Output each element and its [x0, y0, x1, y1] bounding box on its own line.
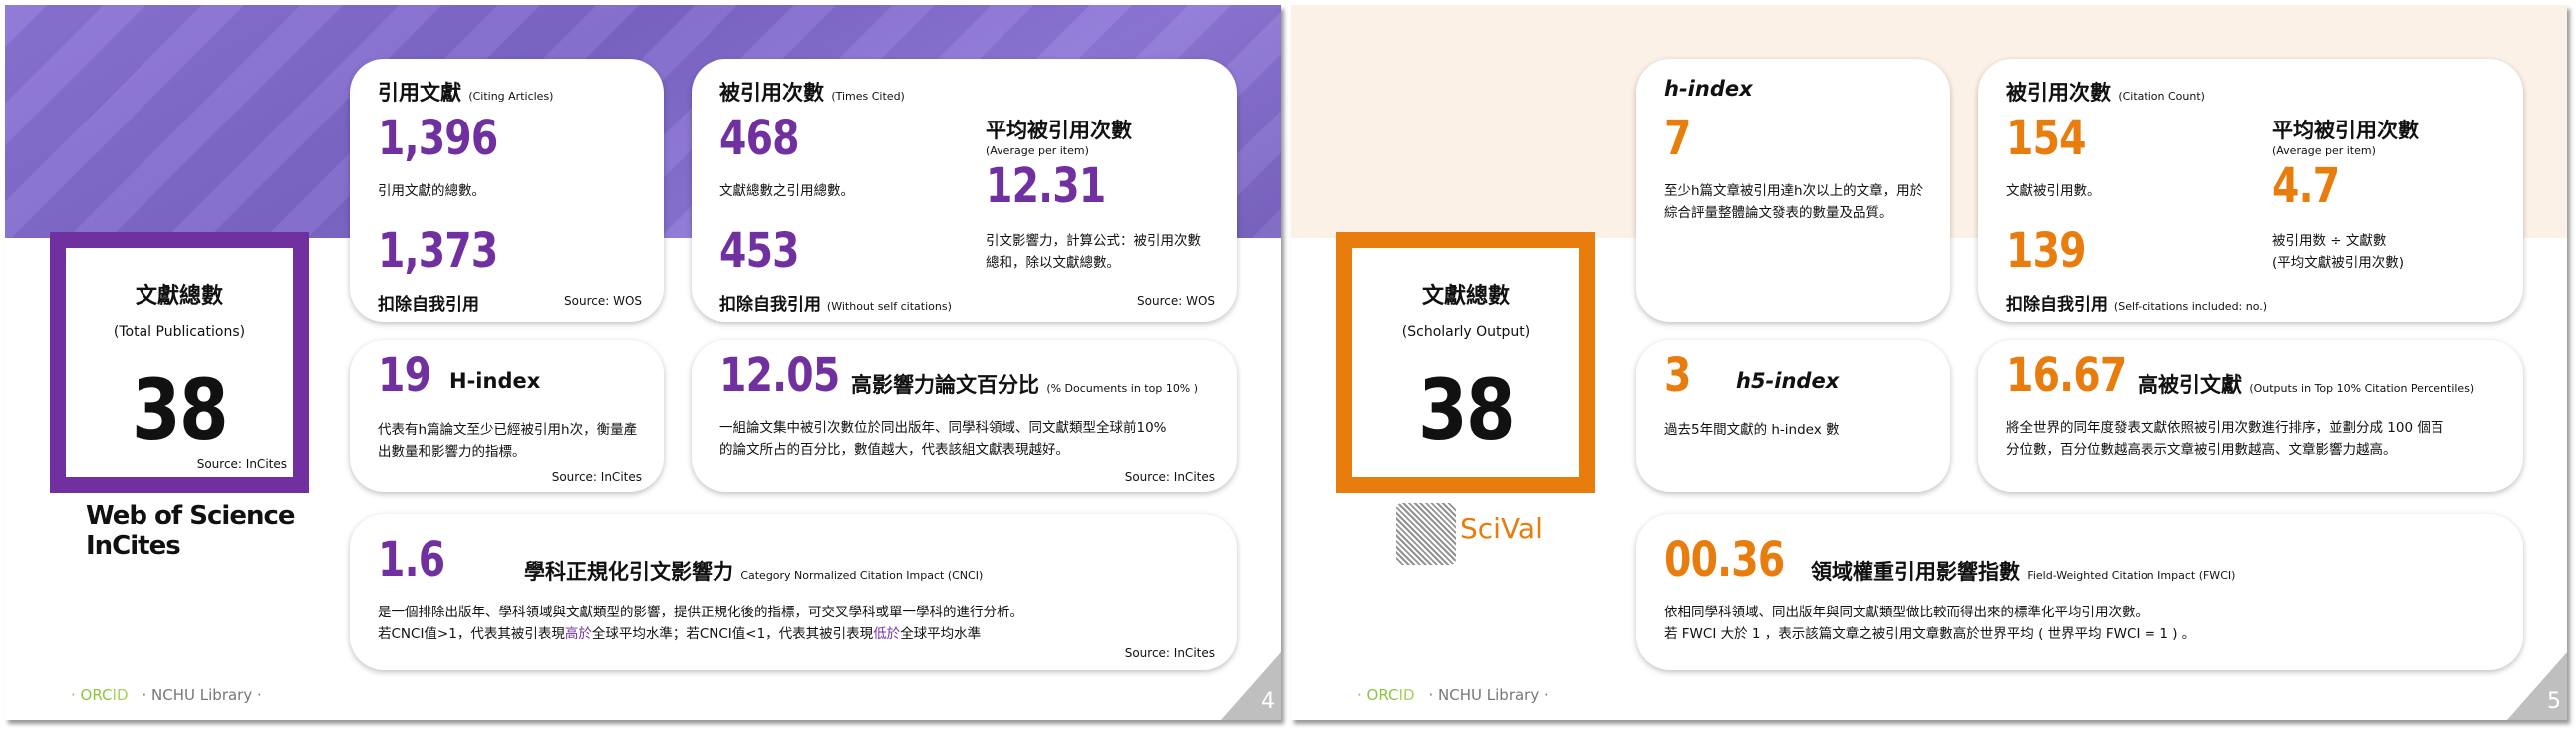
total-value: 38: [1418, 362, 1516, 459]
source: Source: WOS: [564, 294, 642, 308]
citation-count-card: 被引用次數 (Citation Count) 154 文獻被引用數。 139 扣…: [1978, 59, 2523, 322]
cnci-desc-2: 若CNCI值>1，代表其被引表現高於全球平均水準；若CNCI值<1，代表其被引表…: [378, 626, 982, 642]
h5-value: 3: [1664, 348, 1691, 403]
cnci-title: 學科正規化引文影響力 Category Normalized Citation …: [524, 560, 984, 584]
citing-articles-card: 引用文獻 (Citing Articles) 1,396 引用文獻的總數。 1,…: [350, 59, 664, 322]
cnci-desc-1: 是一個排除出版年、學科領域與文獻類型的影響，提供正規化後的指標，可交叉學科或單一…: [378, 605, 1023, 620]
fwci-card: 00.36 領域權重引用影響指數 Field-Weighted Citation…: [1636, 514, 2523, 670]
avg-subtitle: (Average per item): [2272, 144, 2376, 157]
orcid-label: · ORCID: [71, 686, 129, 704]
cnci-value: 1.6: [378, 532, 445, 588]
avg-desc: 引文影響力，計算公式：被引用次數總和，除以文獻總數。: [986, 233, 1201, 271]
h-index-title: H-index: [449, 369, 541, 393]
source: Source: InCites: [1124, 470, 1215, 484]
avg-title: 平均被引用次數: [986, 119, 1132, 142]
top10-title: 高被引文獻 (Outputs in Top 10% Citation Perce…: [2138, 373, 2475, 397]
h5-index-card: 3 h5-index 過去5年間文獻的 h-index 數: [1636, 340, 1950, 492]
times-cited-no-self: 453: [719, 223, 800, 279]
h5-desc: 過去5年間文獻的 h-index 數: [1664, 422, 1840, 438]
citation-value: 154: [2006, 111, 2087, 166]
total-publications-box: 文獻總數 (Total Publications) 38 Source: InC…: [50, 232, 309, 493]
no-self-label: 扣除自我引用: [378, 295, 479, 315]
top10-card: 16.67 高被引文獻 (Outputs in Top 10% Citation…: [1978, 340, 2523, 492]
h-index-card: h-index 7 至少h篇文章被引用達h次以上的文章，用於綜合評量整體論文發表…: [1636, 59, 1950, 322]
footer: · ORCID · NCHU Library ·: [71, 686, 262, 704]
source: Source: InCites: [1124, 646, 1215, 660]
h-index-title: h-index: [1664, 77, 1753, 101]
h-index-value: 7: [1664, 111, 1691, 166]
total-subtitle: (Scholarly Output): [1401, 324, 1531, 340]
library-label: · NCHU Library ·: [1428, 686, 1549, 704]
citing-value: 1,396: [378, 111, 498, 166]
footer: · ORCID · NCHU Library ·: [1357, 686, 1549, 704]
elsevier-tree-icon: [1396, 503, 1456, 565]
no-self-label: 扣除自我引用 (Self-citations included: no.): [2006, 295, 2268, 315]
h5-title: h5-index: [1736, 369, 1840, 393]
cnci-card: 1.6 學科正規化引文影響力 Category Normalized Citat…: [350, 514, 1237, 670]
card-title: 被引用次數 (Times Cited): [719, 81, 905, 105]
total-title: 文獻總數: [1421, 284, 1510, 309]
source: Source: InCites: [551, 470, 642, 484]
total-value: 38: [132, 362, 229, 459]
card-title: 引用文獻 (Citing Articles): [378, 81, 554, 105]
h-index-desc: 至少h篇文章被引用達h次以上的文章，用於綜合評量整體論文發表的數量及品質。: [1664, 183, 1924, 221]
total-source: Source: InCites: [196, 457, 287, 471]
fwci-title: 領域權重引用影響指數 Field-Weighted Citation Impac…: [1811, 560, 2236, 584]
avg-desc-2: (平均文獻被引用次數): [2272, 255, 2405, 271]
page-number: 5: [2547, 689, 2561, 714]
web-of-science-incites-logo: Web of Science InCites: [86, 501, 296, 561]
fwci-desc-1: 依相同學科領域、同出版年與同文獻類型做比較而得出來的標準化平均引用次數。: [1664, 605, 2148, 620]
scival-logo: SciVal: [1396, 503, 1543, 565]
h-index-card: 19 H-index 代表有h篇論文至少已經被引用h次，衡量產出數量和影響力的指…: [350, 340, 664, 492]
fwci-desc-2: 若 FWCI 大於 1 ，表示該篇文章之被引用文章數高於世界平均 ( 世界平均 …: [1664, 626, 2196, 642]
total-subtitle: (Total Publications): [113, 324, 246, 340]
top10-value: 12.05: [719, 348, 840, 403]
top10-value: 16.67: [2006, 348, 2127, 403]
slide-4: 文獻總數 (Total Publications) 38 Source: InC…: [5, 5, 1281, 720]
library-label: · NCHU Library ·: [142, 686, 262, 704]
slide-5: 文獻總數 (Scholarly Output) 38 h-index 7 至少h…: [1291, 5, 2567, 720]
avg-subtitle: (Average per item): [986, 144, 1089, 157]
citation-desc: 文獻被引用數。: [2006, 183, 2101, 199]
fwci-value: 00.36: [1664, 532, 1785, 588]
citing-desc: 引用文獻的總數。: [378, 183, 485, 199]
orcid-label: · ORCID: [1357, 686, 1415, 704]
citing-value-no-self: 1,373: [378, 223, 498, 279]
top10-card: 12.05 高影響力論文百分比 (% Documents in top 10% …: [692, 340, 1237, 492]
avg-desc-1: 被引用数 ÷ 文獻數: [2272, 233, 2387, 249]
page-number: 4: [1261, 689, 1275, 714]
times-cited-value: 468: [719, 111, 800, 166]
top10-desc: 一組論文集中被引次數位於同出版年、同學科領域、同文獻類型全球前10%的論文所占的…: [719, 420, 1167, 458]
total-title: 文獻總數: [135, 284, 223, 309]
times-cited-desc: 文獻總數之引用總數。: [719, 183, 854, 199]
avg-value: 4.7: [2272, 158, 2340, 214]
avg-value: 12.31: [986, 158, 1106, 214]
avg-title: 平均被引用次數: [2272, 119, 2419, 142]
no-self-label: 扣除自我引用 (Without self citations): [719, 295, 952, 315]
citation-no-self: 139: [2006, 223, 2087, 279]
card-title: 被引用次數 (Citation Count): [2006, 81, 2205, 105]
scholarly-output-box: 文獻總數 (Scholarly Output) 38: [1336, 232, 1595, 493]
source: Source: WOS: [1137, 294, 1215, 308]
top10-title: 高影響力論文百分比 (% Documents in top 10% ): [851, 373, 1199, 397]
times-cited-card: 被引用次數 (Times Cited) 468 文獻總數之引用總數。 453 扣…: [692, 59, 1237, 322]
h-index-desc: 代表有h篇論文至少已經被引用h次，衡量產出數量和影響力的指標。: [378, 422, 638, 460]
h-index-value: 19: [378, 348, 431, 403]
top10-desc: 將全世界的同年度發表文獻依照被引用次數進行排序，並劃分成 100 個百分位數，百…: [2006, 420, 2444, 458]
